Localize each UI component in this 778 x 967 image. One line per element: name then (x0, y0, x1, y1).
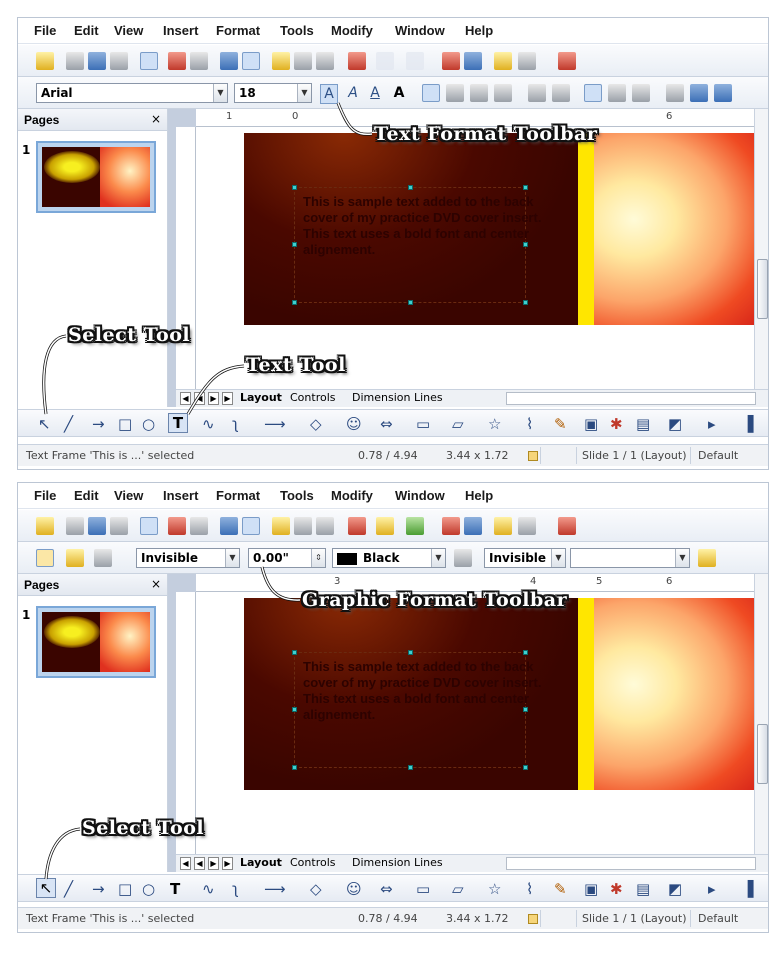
screenshot-text-format: File Edit View Insert Format Tools Modif… (17, 17, 769, 470)
screenshot-graphic-format: File Edit View Insert Format Tools Modif… (17, 482, 769, 933)
callout-leaders (44, 566, 301, 880)
callout-leaders (42, 102, 373, 415)
